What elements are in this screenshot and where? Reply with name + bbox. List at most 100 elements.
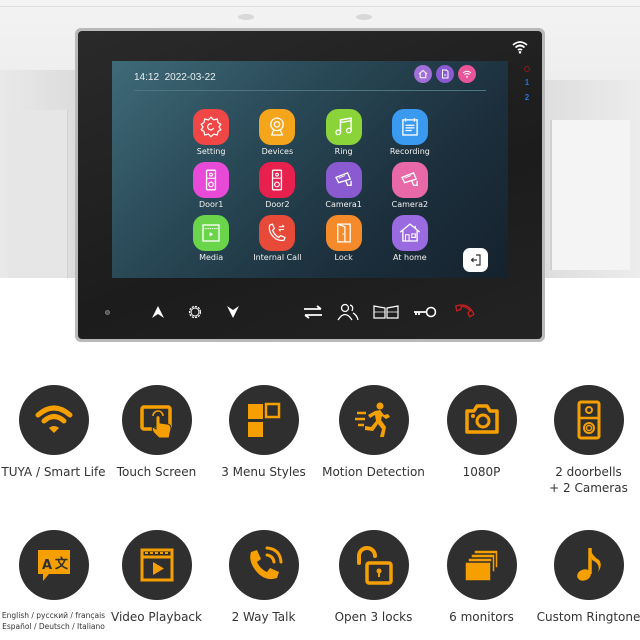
unlock-button[interactable] bbox=[413, 302, 437, 322]
feature-icon-circle bbox=[228, 530, 299, 600]
feature-label-line: Open 3 locks bbox=[334, 610, 413, 624]
app-tile[interactable] bbox=[325, 109, 362, 145]
app-camera1[interactable]: Camera1 bbox=[311, 162, 377, 212]
feature-icon-circle bbox=[121, 530, 192, 600]
cctv-camera-icon bbox=[334, 172, 352, 186]
feature-item: A 文 English / русский / français Español / … bbox=[0, 530, 107, 632]
app-door1[interactable]: Door1 bbox=[178, 162, 244, 212]
app-tile[interactable] bbox=[391, 162, 428, 198]
app-tile[interactable] bbox=[391, 109, 428, 145]
camera-icon bbox=[464, 404, 499, 434]
hangup-phone-icon bbox=[455, 304, 475, 318]
feature-label-line: English / русский / français bbox=[1, 611, 106, 620]
feature-item: 6 monitors bbox=[428, 530, 535, 625]
app-label: Setting bbox=[196, 147, 226, 156]
app-tile[interactable] bbox=[259, 162, 296, 198]
app-tile[interactable] bbox=[391, 215, 428, 251]
wifi-status-icon[interactable] bbox=[458, 65, 476, 83]
app-tile[interactable] bbox=[259, 109, 296, 145]
app-label: Recording bbox=[389, 147, 430, 156]
feature-item: Video Playback bbox=[103, 530, 210, 625]
app-tile[interactable] bbox=[259, 215, 296, 251]
ceiling-fixture bbox=[356, 14, 372, 20]
app-grid: Setting Devices Ring Recording Door1 Door2 Cam… bbox=[178, 109, 443, 265]
window-right bbox=[550, 120, 630, 270]
feature-label: Touch Screen bbox=[117, 464, 197, 480]
app-tile[interactable] bbox=[193, 162, 230, 198]
video-player-icon bbox=[202, 224, 220, 242]
feature-item: Custom Ringtone bbox=[535, 530, 640, 625]
microphone bbox=[105, 310, 110, 315]
feature-label: English / русский / français Español / De… bbox=[2, 610, 105, 632]
phone-transfer-icon bbox=[269, 223, 287, 242]
app-tile[interactable] bbox=[325, 162, 362, 198]
video-playback-icon bbox=[140, 548, 173, 582]
feature-icon-circle bbox=[338, 530, 409, 600]
power-indicator bbox=[524, 66, 530, 72]
monitor-bezel: 1 2 14:12 2022-03-22 Setting Devices Rin… bbox=[78, 31, 542, 339]
touch-screen-icon bbox=[139, 405, 172, 439]
feature-label: Video Playback bbox=[111, 609, 202, 625]
app-tile[interactable] bbox=[325, 215, 362, 251]
app-tile[interactable] bbox=[193, 109, 230, 145]
sd-card-icon[interactable] bbox=[436, 65, 454, 83]
feature-item: Open 3 locks bbox=[320, 530, 427, 625]
feature-icon-circle bbox=[338, 385, 409, 455]
arrow-down-icon bbox=[227, 306, 239, 318]
clock-date: 2022-03-22 bbox=[164, 72, 216, 83]
home-mode-icon[interactable] bbox=[414, 65, 432, 83]
app-label: Lock bbox=[334, 253, 353, 262]
clock-time: 14:12 bbox=[134, 72, 160, 83]
feature-label-line: Español / Deutsch / Italiano bbox=[2, 622, 105, 631]
gate-button[interactable] bbox=[373, 302, 399, 322]
exit-icon bbox=[470, 254, 481, 266]
feature-item: 2 Way Talk bbox=[210, 530, 317, 625]
app-ring[interactable]: Ring bbox=[311, 109, 377, 159]
feature-icon-circle bbox=[446, 385, 517, 455]
feature-item: 2 doorbells + 2 Cameras bbox=[535, 385, 640, 496]
app-media[interactable]: Media bbox=[178, 215, 244, 265]
gear-icon bbox=[200, 116, 222, 138]
datetime: 14:12 2022-03-22 bbox=[134, 72, 216, 83]
app-label: Internal Call bbox=[253, 253, 302, 262]
svg-text:A: A bbox=[42, 558, 52, 573]
hangup-button[interactable] bbox=[452, 302, 476, 322]
app-label: Devices bbox=[261, 147, 294, 156]
svg-text:文: 文 bbox=[55, 556, 69, 572]
settings-button[interactable] bbox=[186, 302, 204, 322]
house-icon bbox=[399, 223, 421, 242]
app-setting[interactable]: Setting bbox=[178, 109, 244, 159]
app-label: Ring bbox=[334, 147, 353, 156]
up-button[interactable] bbox=[151, 302, 165, 322]
intercom-monitor: 1 2 14:12 2022-03-22 Setting Devices Rin… bbox=[75, 28, 545, 342]
status-bar: 14:12 2022-03-22 bbox=[134, 61, 486, 91]
intercom-button[interactable] bbox=[337, 302, 359, 322]
app-at-home[interactable]: At home bbox=[377, 215, 443, 265]
app-label: Media bbox=[199, 253, 224, 262]
exit-button[interactable] bbox=[463, 248, 488, 272]
app-camera2[interactable]: Camera2 bbox=[377, 162, 443, 212]
feature-item: Motion Detection bbox=[320, 385, 427, 480]
app-devices[interactable]: Devices bbox=[244, 109, 310, 159]
app-door2[interactable]: Door2 bbox=[244, 162, 310, 212]
app-tile[interactable] bbox=[193, 215, 230, 251]
feature-label: Custom Ringtone bbox=[537, 609, 640, 625]
app-lock[interactable]: Lock bbox=[311, 215, 377, 265]
feature-label-line: 3 Menu Styles bbox=[221, 465, 306, 479]
feature-label: 6 monitors bbox=[449, 609, 514, 625]
ceiling-line bbox=[0, 6, 640, 7]
feature-item: 3 Menu Styles bbox=[210, 385, 317, 480]
feature-icon-circle bbox=[553, 530, 624, 600]
gate-icon bbox=[373, 305, 399, 319]
doorbell-icon bbox=[272, 169, 283, 191]
feature-label-line: 6 monitors bbox=[449, 610, 514, 624]
webcam-icon bbox=[270, 117, 285, 136]
feature-label: Motion Detection bbox=[322, 464, 425, 480]
doorbell-icon bbox=[206, 169, 217, 191]
app-internal-call[interactable]: Internal Call bbox=[244, 215, 310, 265]
app-recording[interactable]: Recording bbox=[377, 109, 443, 159]
feature-item: TUYA / Smart Life bbox=[0, 385, 107, 480]
transfer-button[interactable] bbox=[302, 302, 324, 322]
down-button[interactable] bbox=[226, 302, 240, 322]
feature-icon-circle: A文 bbox=[18, 530, 89, 600]
